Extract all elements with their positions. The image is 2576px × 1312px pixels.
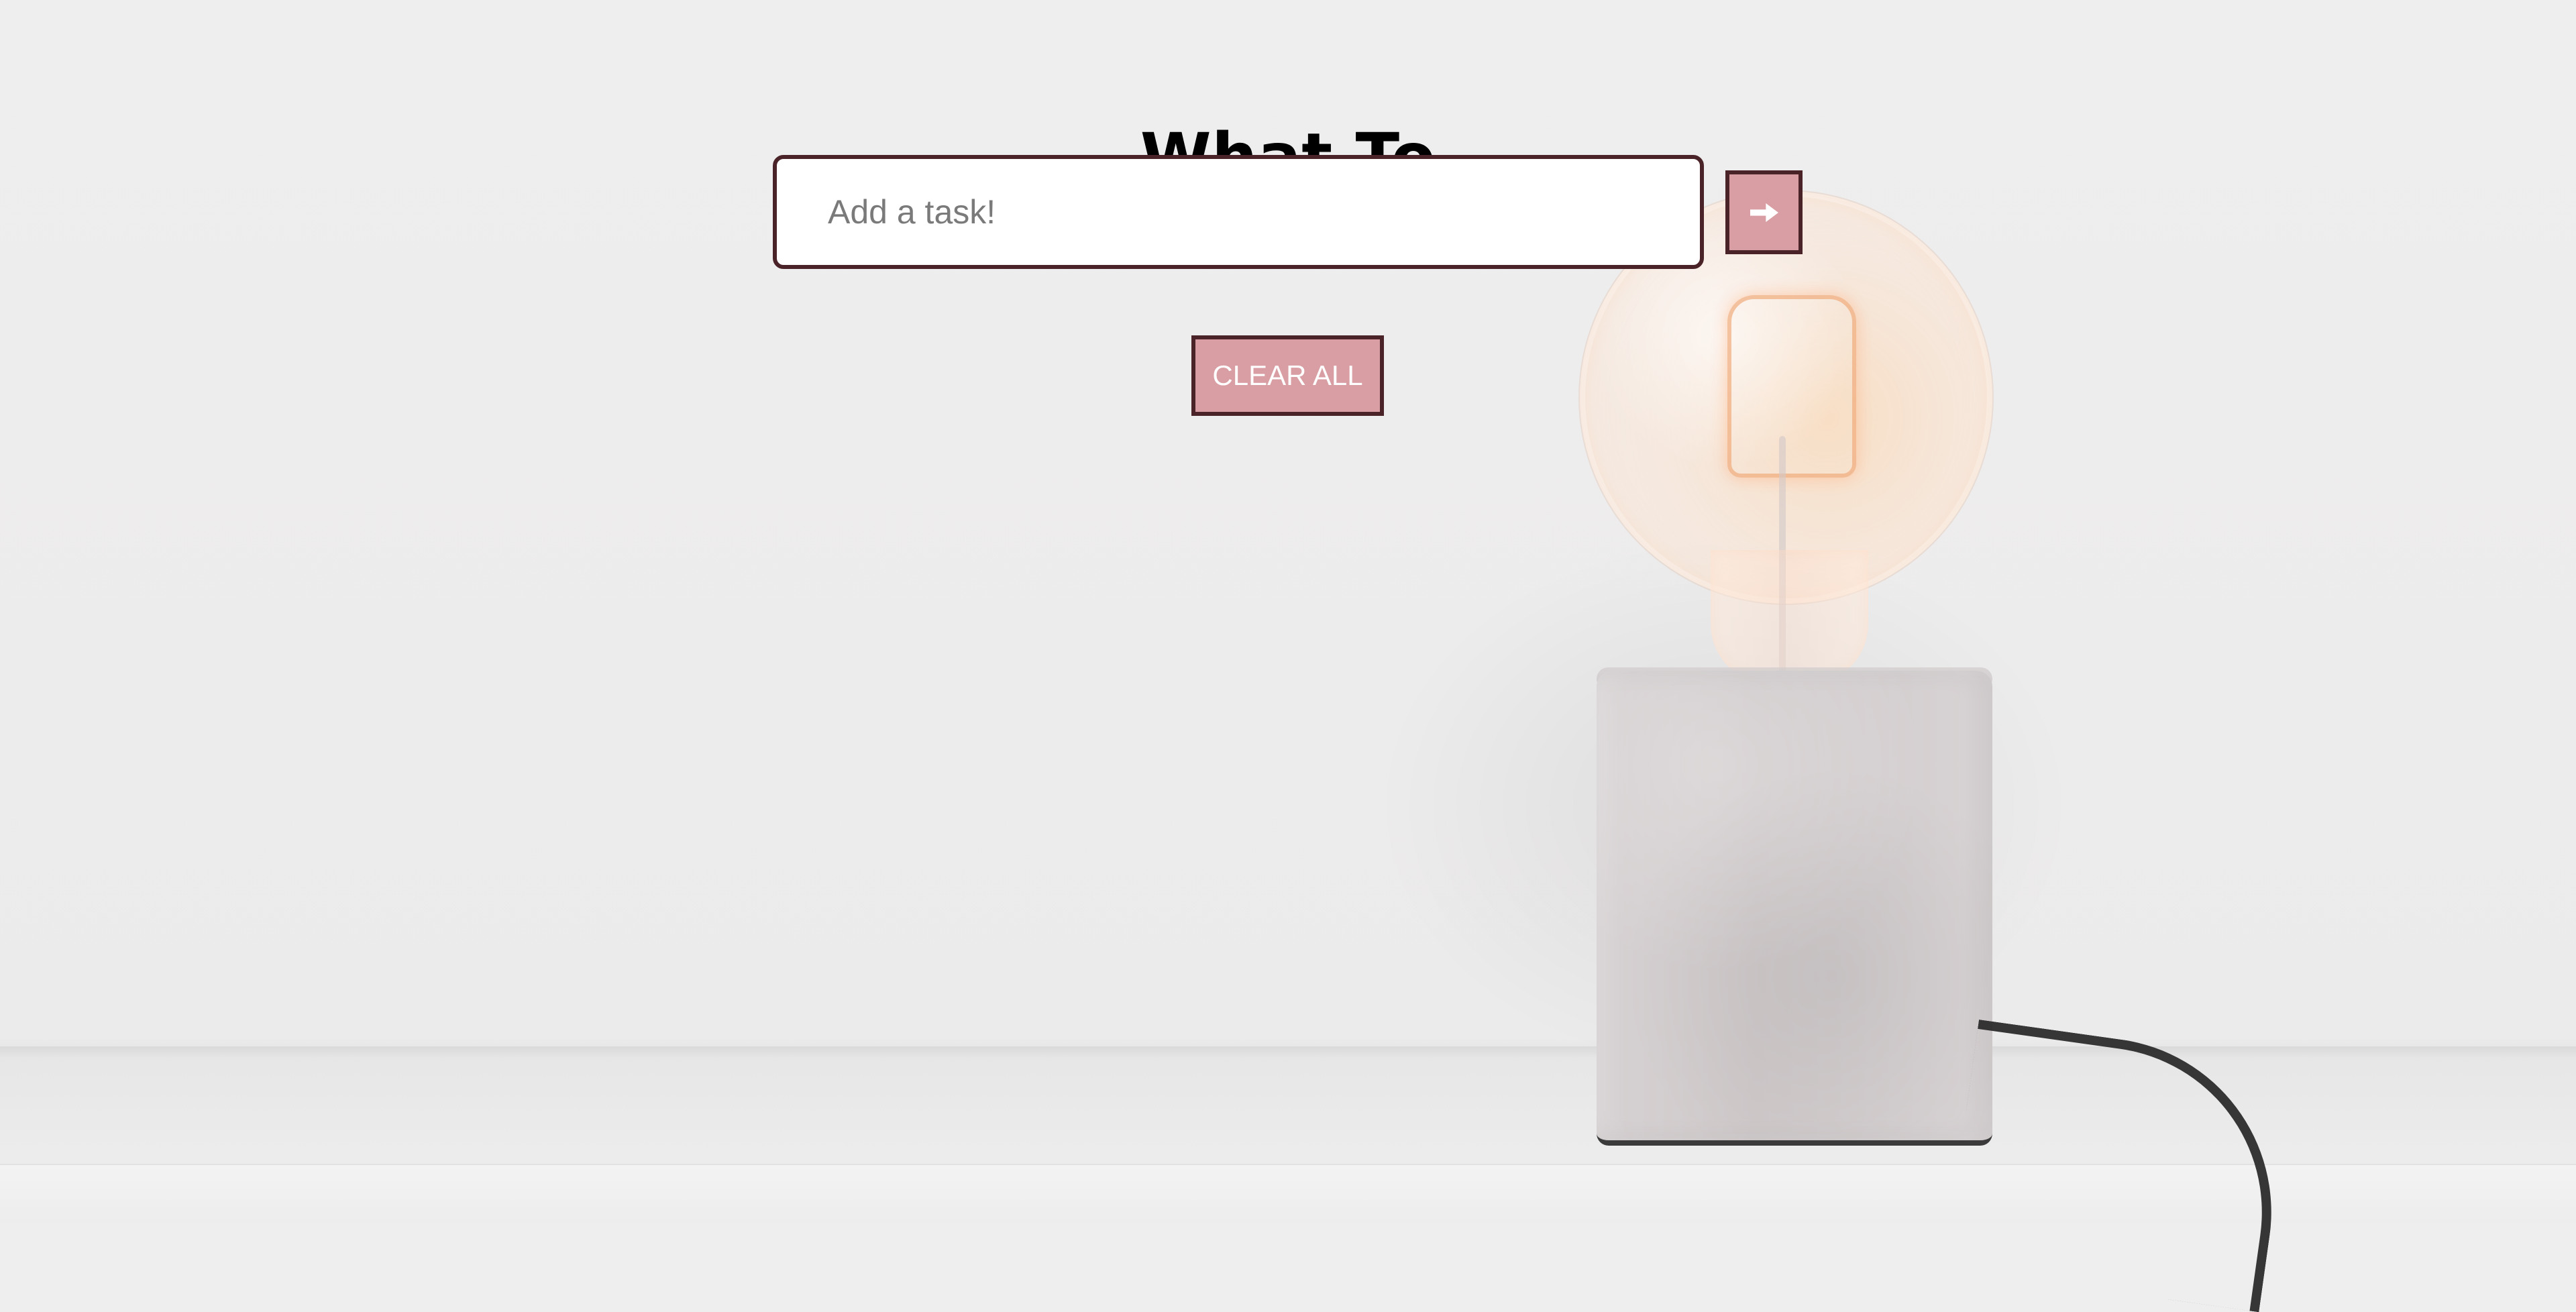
task-input[interactable] (773, 155, 1704, 269)
add-task-button[interactable] (1725, 170, 1803, 254)
arrow-right-icon (1746, 194, 1783, 231)
clear-all-button[interactable]: CLEAR ALL (1191, 335, 1384, 416)
todo-app: What To Do? CLEAR ALL (0, 0, 2576, 1221)
